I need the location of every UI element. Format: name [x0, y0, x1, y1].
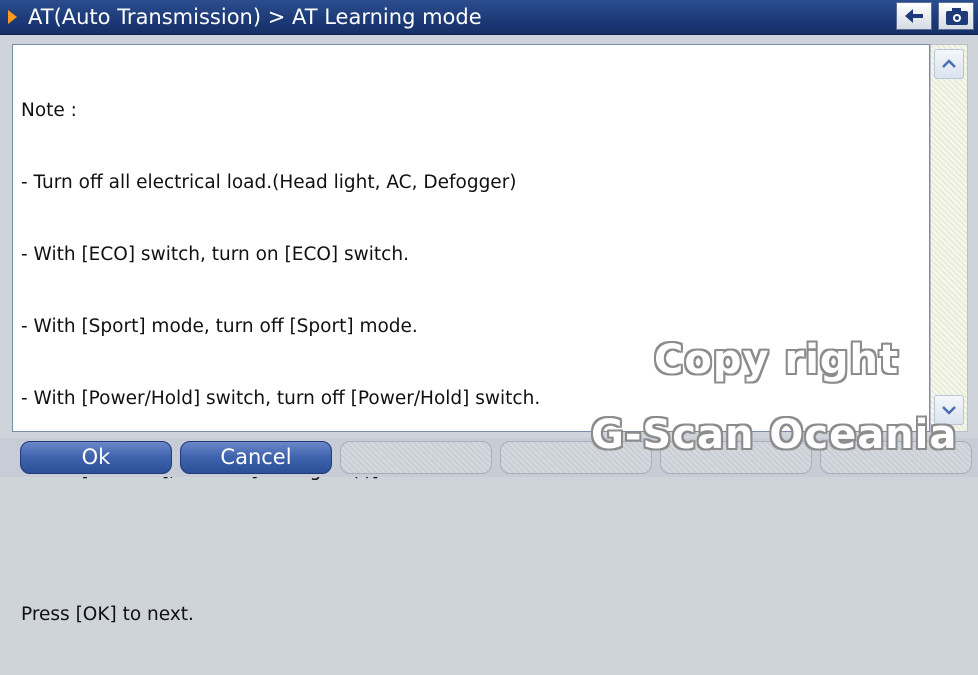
ok-button[interactable]: Ok [20, 441, 172, 474]
back-button[interactable] [896, 2, 932, 30]
note-line: - Turn off all electrical load.(Head lig… [21, 172, 517, 193]
watermark-text: G-Scan Oceania [591, 412, 958, 458]
note-line: - With [Sport] mode, turn off [Sport] mo… [21, 316, 418, 337]
watermark-text: Copy right [654, 337, 900, 383]
camera-button[interactable] [938, 2, 974, 30]
note-line: - With [ECO] switch, turn on [ECO] switc… [21, 244, 409, 265]
message-text: Note : - Turn off all electrical load.(H… [21, 51, 540, 675]
note-line [21, 531, 540, 555]
vertical-scrollbar[interactable] [930, 44, 968, 432]
chevron-up-icon [942, 59, 956, 68]
function-button-3 [340, 441, 492, 474]
note-line: - With [Power/Hold] switch, turn off [Po… [21, 388, 541, 409]
title-arrow-icon [8, 10, 17, 24]
back-arrow-icon [905, 9, 923, 23]
page-title: AT(Auto Transmission) > AT Learning mode [28, 5, 482, 29]
note-line: Note : [21, 100, 77, 121]
title-bar: AT(Auto Transmission) > AT Learning mode [0, 0, 978, 35]
camera-icon [946, 8, 968, 25]
scroll-up-button[interactable] [934, 49, 964, 79]
note-line: Press [OK] to next. [21, 604, 194, 625]
cancel-button[interactable]: Cancel [180, 441, 332, 474]
